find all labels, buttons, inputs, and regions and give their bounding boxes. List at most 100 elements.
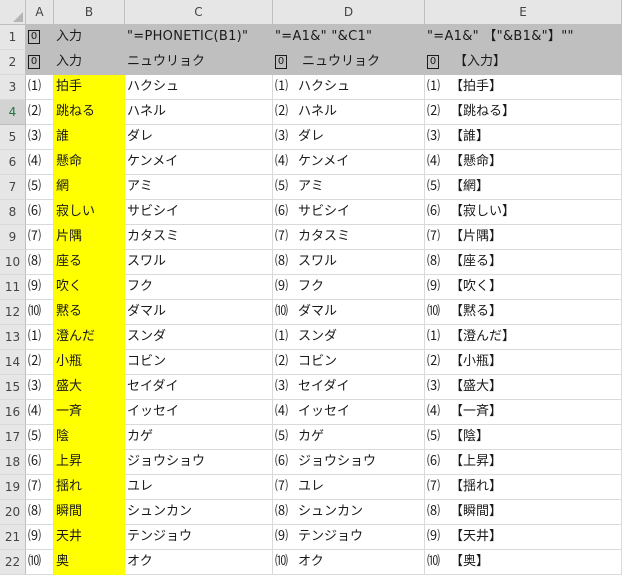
cell-a6[interactable]: ⑷ (26, 150, 54, 175)
cell-d4[interactable]: ⑵ ハネル (273, 100, 425, 125)
row-header-8[interactable]: 8 (0, 200, 26, 225)
cell-a15[interactable]: ⑶ (26, 375, 54, 400)
cell-c4[interactable]: ハネル (125, 100, 273, 125)
cell-a7[interactable]: ⑸ (26, 175, 54, 200)
cell-c10[interactable]: スワル (125, 250, 273, 275)
row-header-9[interactable]: 9 (0, 225, 26, 250)
row-header-18[interactable]: 18 (0, 450, 26, 475)
cell-a10[interactable]: ⑻ (26, 250, 54, 275)
cell-a11[interactable]: ⑼ (26, 275, 54, 300)
cell-b1[interactable]: 入力 (54, 25, 125, 50)
cell-b5[interactable]: 誰 (54, 125, 125, 150)
cell-c2[interactable]: ニュウリョク (125, 50, 273, 75)
cell-d6[interactable]: ⑷ ケンメイ (273, 150, 425, 175)
cell-b17[interactable]: 陰 (54, 425, 125, 450)
cell-b8[interactable]: 寂しい (54, 200, 125, 225)
row-header-5[interactable]: 5 (0, 125, 26, 150)
cell-a4[interactable]: ⑵ (26, 100, 54, 125)
cell-e19[interactable]: ⑺ 【揺れ】 (425, 475, 622, 500)
cell-b7[interactable]: 網 (54, 175, 125, 200)
cell-c14[interactable]: コビン (125, 350, 273, 375)
cell-d11[interactable]: ⑼ フク (273, 275, 425, 300)
row-header-7[interactable]: 7 (0, 175, 26, 200)
cell-e18[interactable]: ⑹ 【上昇】 (425, 450, 622, 475)
cell-d13[interactable]: ⑴ スンダ (273, 325, 425, 350)
cell-b11[interactable]: 吹く (54, 275, 125, 300)
cell-d19[interactable]: ⑺ ユレ (273, 475, 425, 500)
cell-e7[interactable]: ⑸ 【網】 (425, 175, 622, 200)
cell-e10[interactable]: ⑻ 【座る】 (425, 250, 622, 275)
cell-a9[interactable]: ⑺ (26, 225, 54, 250)
cell-c8[interactable]: サビシイ (125, 200, 273, 225)
cell-d9[interactable]: ⑺ カタスミ (273, 225, 425, 250)
cell-c7[interactable]: アミ (125, 175, 273, 200)
cell-b19[interactable]: 揺れ (54, 475, 125, 500)
cell-a16[interactable]: ⑷ (26, 400, 54, 425)
cell-b6[interactable]: 懸命 (54, 150, 125, 175)
cell-a17[interactable]: ⑸ (26, 425, 54, 450)
cell-d5[interactable]: ⑶ ダレ (273, 125, 425, 150)
cell-a12[interactable]: ⑽ (26, 300, 54, 325)
cell-b20[interactable]: 瞬間 (54, 500, 125, 525)
cell-e4[interactable]: ⑵ 【跳ねる】 (425, 100, 622, 125)
row-header-14[interactable]: 14 (0, 350, 26, 375)
cell-e9[interactable]: ⑺ 【片隅】 (425, 225, 622, 250)
cell-a3[interactable]: ⑴ (26, 75, 54, 100)
cell-e2[interactable]: 0 【入力】 (425, 50, 622, 75)
cell-a5[interactable]: ⑶ (26, 125, 54, 150)
cell-b4[interactable]: 跳ねる (54, 100, 125, 125)
cell-a14[interactable]: ⑵ (26, 350, 54, 375)
cell-d22[interactable]: ⑽ オク (273, 550, 425, 575)
cell-e22[interactable]: ⑽ 【奥】 (425, 550, 622, 575)
row-header-2[interactable]: 2 (0, 50, 26, 75)
cell-e17[interactable]: ⑸ 【陰】 (425, 425, 622, 450)
column-header-e[interactable]: E (425, 0, 622, 25)
cell-e13[interactable]: ⑴ 【澄んだ】 (425, 325, 622, 350)
cell-c22[interactable]: オク (125, 550, 273, 575)
cell-e20[interactable]: ⑻ 【瞬間】 (425, 500, 622, 525)
cell-d21[interactable]: ⑼ テンジョウ (273, 525, 425, 550)
cell-b12[interactable]: 黙る (54, 300, 125, 325)
cell-c18[interactable]: ジョウショウ (125, 450, 273, 475)
row-header-19[interactable]: 19 (0, 475, 26, 500)
row-header-21[interactable]: 21 (0, 525, 26, 550)
cell-b14[interactable]: 小瓶 (54, 350, 125, 375)
cell-d15[interactable]: ⑶ セイダイ (273, 375, 425, 400)
row-header-6[interactable]: 6 (0, 150, 26, 175)
cell-a18[interactable]: ⑹ (26, 450, 54, 475)
row-header-3[interactable]: 3 (0, 75, 26, 100)
cell-c16[interactable]: イッセイ (125, 400, 273, 425)
cell-d17[interactable]: ⑸ カゲ (273, 425, 425, 450)
cell-c20[interactable]: シュンカン (125, 500, 273, 525)
cell-c15[interactable]: セイダイ (125, 375, 273, 400)
cell-c1[interactable]: "=PHONETIC(B1)" (125, 25, 273, 50)
column-header-b[interactable]: B (54, 0, 125, 25)
cell-e11[interactable]: ⑼ 【吹く】 (425, 275, 622, 300)
cell-e6[interactable]: ⑷ 【懸命】 (425, 150, 622, 175)
cell-d14[interactable]: ⑵ コビン (273, 350, 425, 375)
cell-a21[interactable]: ⑼ (26, 525, 54, 550)
cell-a13[interactable]: ⑴ (26, 325, 54, 350)
cell-c9[interactable]: カタスミ (125, 225, 273, 250)
cell-b22[interactable]: 奥 (54, 550, 125, 575)
cell-b9[interactable]: 片隅 (54, 225, 125, 250)
cell-b15[interactable]: 盛大 (54, 375, 125, 400)
row-header-10[interactable]: 10 (0, 250, 26, 275)
cell-b21[interactable]: 天井 (54, 525, 125, 550)
cell-b13[interactable]: 澄んだ (54, 325, 125, 350)
row-header-4[interactable]: 4 (0, 100, 26, 125)
row-header-13[interactable]: 13 (0, 325, 26, 350)
cell-b3[interactable]: 拍手 (54, 75, 125, 100)
cell-d12[interactable]: ⑽ ダマル (273, 300, 425, 325)
cell-e14[interactable]: ⑵ 【小瓶】 (425, 350, 622, 375)
cell-d2[interactable]: 0 ニュウリョク (273, 50, 425, 75)
cell-a19[interactable]: ⑺ (26, 475, 54, 500)
column-header-d[interactable]: D (273, 0, 425, 25)
row-header-11[interactable]: 11 (0, 275, 26, 300)
cell-e3[interactable]: ⑴ 【拍手】 (425, 75, 622, 100)
cell-c21[interactable]: テンジョウ (125, 525, 273, 550)
column-header-a[interactable]: A (26, 0, 54, 25)
row-header-15[interactable]: 15 (0, 375, 26, 400)
row-header-17[interactable]: 17 (0, 425, 26, 450)
cell-e1[interactable]: "=A1&" 【"&B1&"】"" (425, 25, 622, 50)
